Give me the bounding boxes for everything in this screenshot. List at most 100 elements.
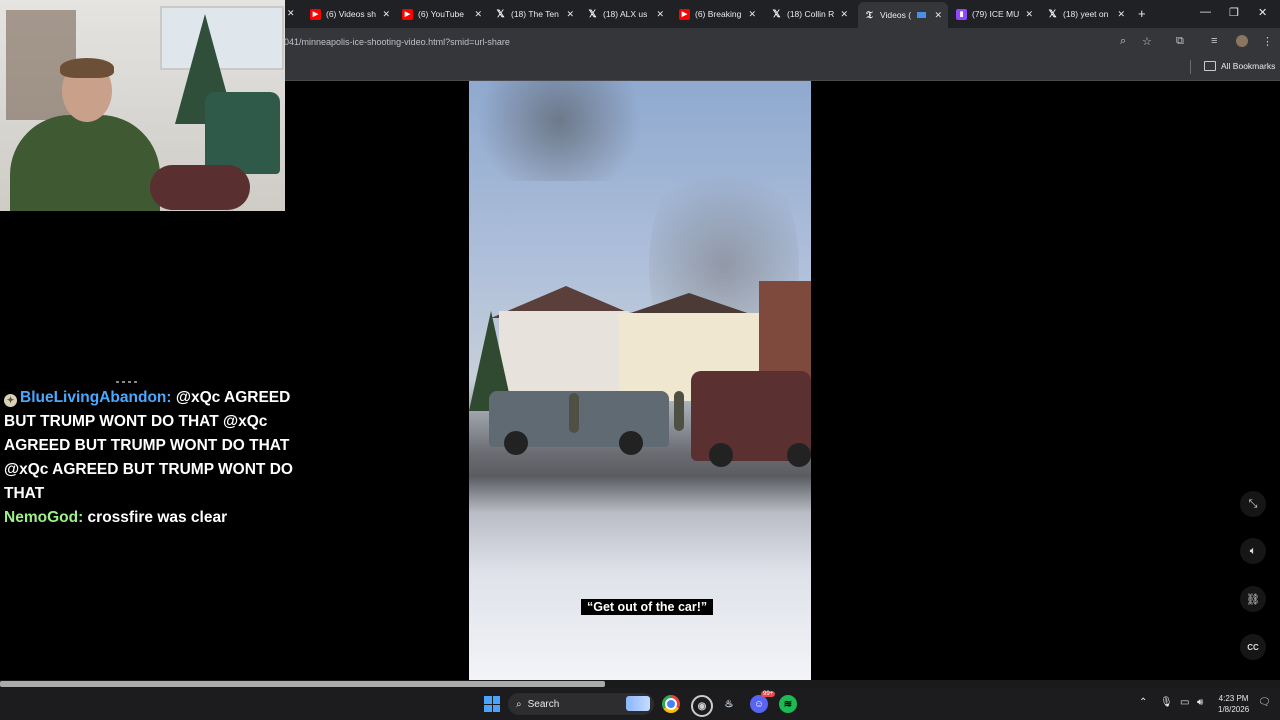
discord-icon[interactable]: ☺ bbox=[750, 695, 768, 713]
tab-close-icon[interactable]: ✕ bbox=[287, 8, 295, 19]
cast-icon bbox=[917, 12, 927, 18]
chat-text: crossfire was clear bbox=[83, 509, 228, 526]
profile-avatar-icon[interactable] bbox=[1236, 35, 1248, 47]
tab-label: (18) Collin R bbox=[787, 9, 835, 19]
chat-dots bbox=[116, 381, 138, 383]
chat-badge-icon: ✦ bbox=[4, 394, 17, 407]
tab-close-icon[interactable]: ✕ bbox=[474, 9, 482, 20]
all-bookmarks-label: All Bookmarks bbox=[1221, 61, 1276, 71]
taskbar-clock[interactable]: 4:23 PM 1/8/2026 bbox=[1218, 693, 1249, 715]
tray-chevron-icon[interactable]: ⌃ bbox=[1139, 697, 1147, 708]
search-icon: ⌕ bbox=[516, 698, 522, 710]
search-highlight-image bbox=[626, 696, 650, 711]
bookmark-star-icon[interactable]: ☆ bbox=[1142, 35, 1152, 48]
tab-label: Videos ( bbox=[880, 10, 912, 20]
microphone-icon[interactable]: 🎙︎ bbox=[1160, 697, 1173, 708]
address-bar-url[interactable]: 041/minneapolis-ice-shooting-video.html?… bbox=[284, 37, 510, 47]
chat-message: NemoGod: crossfire was clear bbox=[4, 506, 322, 530]
taskbar-search[interactable]: ⌕ Search bbox=[508, 693, 654, 715]
restore-icon[interactable]: ❐ bbox=[1229, 6, 1239, 19]
bookmarks-separator bbox=[1190, 60, 1191, 74]
tab-youtube[interactable]: ▶ (6) YouTube ✕ bbox=[402, 3, 482, 25]
minimize-icon[interactable]: — bbox=[1200, 6, 1211, 18]
tab-breaking-youtube[interactable]: ▶ (6) Breaking ✕ bbox=[679, 3, 756, 25]
tab-label: (6) Breaking bbox=[695, 9, 742, 19]
tab-nyt-videos-active[interactable]: 𝔗 Videos ( ✕ bbox=[858, 2, 948, 28]
chrome-icon[interactable] bbox=[662, 695, 680, 713]
webcam-streamer-arm bbox=[150, 165, 250, 210]
steam-icon[interactable]: ♨ bbox=[720, 695, 738, 713]
video-wheel bbox=[504, 431, 528, 455]
network-icon[interactable]: ▭ bbox=[1180, 697, 1189, 708]
chat-username: BlueLivingAbandon bbox=[20, 389, 167, 406]
tab-videos-youtube[interactable]: ▶ (6) Videos sh ✕ bbox=[310, 3, 390, 25]
youtube-icon: ▶ bbox=[402, 8, 413, 20]
video-person bbox=[674, 391, 684, 431]
twitch-icon: ▮ bbox=[956, 8, 967, 20]
tab-close-icon[interactable]: ✕ bbox=[748, 9, 756, 20]
tab-close-icon[interactable]: ✕ bbox=[382, 9, 390, 20]
webcam-overlay bbox=[0, 0, 285, 211]
video-caption: “Get out of the car!” bbox=[581, 599, 714, 615]
clock-date: 1/8/2026 bbox=[1218, 705, 1250, 714]
tab-close-icon[interactable]: ✕ bbox=[840, 9, 848, 20]
video-player[interactable] bbox=[469, 81, 811, 680]
spotify-icon[interactable]: ≋ bbox=[779, 695, 797, 713]
tab-label: (6) Videos sh bbox=[326, 9, 376, 19]
video-tree-branches bbox=[469, 81, 669, 181]
tab-x-alx[interactable]: 𝕏 (18) ALX us ✕ bbox=[587, 3, 664, 25]
tab-close-icon[interactable]: ✕ bbox=[566, 9, 574, 20]
video-house bbox=[499, 311, 629, 401]
youtube-icon: ▶ bbox=[310, 8, 321, 20]
tab-label: (18) yeet on bbox=[1063, 9, 1109, 19]
tab-close-icon[interactable]: ✕ bbox=[934, 10, 942, 21]
tab-close-icon[interactable]: ✕ bbox=[656, 9, 664, 20]
webcam-streamer-hair bbox=[60, 58, 114, 78]
youtube-icon: ▶ bbox=[679, 8, 690, 20]
notifications-icon[interactable]: 🗨︎ bbox=[1258, 697, 1271, 708]
tab-close-icon[interactable]: ✕ bbox=[1117, 9, 1125, 20]
tab-twitch-ice[interactable]: ▮ (79) ICE MU ✕ bbox=[956, 3, 1033, 25]
webcam-chair bbox=[205, 92, 280, 174]
video-wheel bbox=[787, 443, 811, 467]
tab-x-collin[interactable]: 𝕏 (18) Collin R ✕ bbox=[771, 3, 848, 25]
x-icon: 𝕏 bbox=[496, 8, 505, 20]
x-icon: 𝕏 bbox=[772, 8, 781, 20]
video-person bbox=[569, 393, 579, 433]
x-icon: 𝕏 bbox=[588, 8, 597, 20]
tab-x-yeet[interactable]: 𝕏 (18) yeet on ✕ bbox=[1047, 3, 1125, 25]
search-label: Search bbox=[527, 698, 560, 710]
video-wheel bbox=[619, 431, 643, 455]
closed-captions-icon[interactable]: CC bbox=[1240, 634, 1266, 660]
chat-message: ✦ BlueLivingAbandon: @xQc AGREED BUT TRUM… bbox=[4, 386, 322, 506]
tab-label: (6) YouTube bbox=[418, 9, 464, 19]
tab-label: (79) ICE MU bbox=[972, 9, 1020, 19]
tab-x-the-ten[interactable]: 𝕏 (18) The Ten ✕ bbox=[495, 3, 574, 25]
extensions-icon[interactable]: ⧉ bbox=[1176, 35, 1184, 48]
collapse-icon[interactable]: ⤡ bbox=[1240, 491, 1266, 517]
discord-notification-badge: 99+ bbox=[761, 691, 776, 697]
new-tab-button[interactable]: + bbox=[1138, 6, 1146, 21]
media-control-icon[interactable]: ≡ bbox=[1211, 35, 1217, 47]
nyt-icon: 𝔗 bbox=[866, 9, 873, 21]
menu-dots-icon[interactable]: ⋮ bbox=[1262, 35, 1273, 48]
link-icon[interactable]: ⛓︎ bbox=[1240, 586, 1266, 612]
x-icon: 𝕏 bbox=[1048, 8, 1057, 20]
chat-overlay: ✦ BlueLivingAbandon: @xQc AGREED BUT TRUM… bbox=[4, 386, 322, 530]
obs-icon[interactable]: ◉ bbox=[691, 695, 713, 717]
webcam-streamer-body bbox=[10, 115, 160, 211]
video-wheel bbox=[709, 443, 733, 467]
tab-label: (18) The Ten bbox=[511, 9, 559, 19]
chat-username: NemoGod bbox=[4, 509, 79, 526]
all-bookmarks-button[interactable]: All Bookmarks bbox=[1204, 61, 1275, 71]
window-close-icon[interactable]: ✕ bbox=[1258, 6, 1267, 19]
zoom-icon[interactable]: ⌕ bbox=[1120, 35, 1126, 48]
tab-label: (18) ALX us bbox=[603, 9, 648, 19]
volume-icon[interactable]: 🔈︎ bbox=[1240, 538, 1266, 564]
tab-close-icon[interactable]: ✕ bbox=[1025, 9, 1033, 20]
folder-icon bbox=[1204, 61, 1216, 71]
scrollbar-thumb[interactable] bbox=[0, 681, 605, 687]
windows-start-icon[interactable] bbox=[484, 696, 500, 712]
clock-time: 4:23 PM bbox=[1218, 694, 1249, 703]
speaker-icon[interactable]: 🔊︎ bbox=[1197, 697, 1203, 708]
